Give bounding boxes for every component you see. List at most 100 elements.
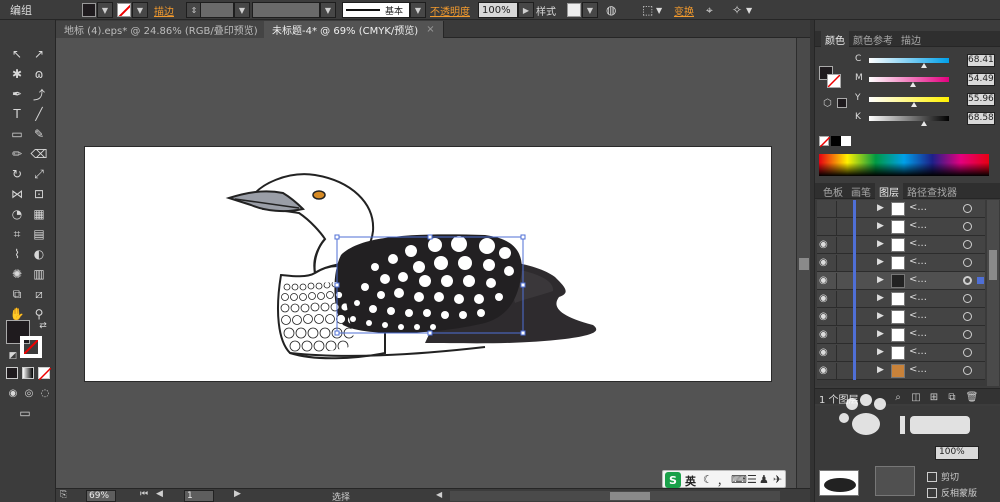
none-mode-icon[interactable] — [38, 367, 52, 381]
blend-tool-icon[interactable]: ◐ — [30, 246, 48, 262]
channel-value-field[interactable]: 55.96 — [967, 93, 995, 106]
layer-row[interactable]: ◉ ▶ <... — [817, 344, 985, 362]
out-of-gamut-icon[interactable]: ⬡ — [823, 98, 832, 109]
target-circle-icon[interactable] — [963, 276, 972, 285]
expand-arrow-icon[interactable]: ▶ — [877, 203, 884, 213]
target-circle-icon[interactable] — [963, 258, 972, 267]
visibility-eye-icon[interactable]: ◉ — [819, 311, 833, 323]
layer-name[interactable]: <... — [909, 202, 927, 213]
visibility-eye-icon[interactable]: ◉ — [819, 365, 833, 377]
mask-thumbnail[interactable] — [875, 466, 915, 496]
layer-name[interactable]: <... — [909, 310, 927, 321]
layer-row[interactable]: ▶ <... — [817, 218, 985, 236]
share-icon[interactable]: ⎘ — [60, 490, 74, 502]
visibility-eye-icon[interactable]: ◉ — [819, 293, 833, 305]
moon-icon[interactable]: ☾ — [703, 473, 713, 486]
expand-arrow-icon[interactable]: ▶ — [877, 239, 884, 249]
visibility-eye-icon[interactable]: ◉ — [819, 329, 833, 341]
tools-icon[interactable]: ✈ — [773, 473, 782, 486]
channel-track[interactable] — [869, 97, 949, 102]
target-circle-icon[interactable] — [963, 204, 972, 213]
isolate-icon[interactable]: ⌖ — [706, 2, 713, 18]
target-circle-icon[interactable] — [963, 240, 972, 249]
gradient-mode-icon[interactable] — [22, 367, 34, 379]
target-circle-icon[interactable] — [963, 222, 972, 231]
selection-indicator[interactable] — [977, 277, 984, 284]
opacity-link[interactable]: 不透明度 — [430, 2, 470, 18]
artboard-tool-icon[interactable]: ⧉ — [8, 286, 26, 302]
tab-pathfinder[interactable]: 路径查找器 — [903, 183, 961, 199]
channel-slider-thumb[interactable] — [909, 82, 916, 87]
eyedropper-tool-icon[interactable]: ⌇ — [8, 246, 26, 262]
channel-slider-thumb[interactable] — [910, 102, 917, 107]
stroke-swatch[interactable] — [117, 2, 131, 18]
scrollbar-thumb[interactable] — [989, 250, 997, 280]
visibility-eye-icon[interactable]: ◉ — [819, 257, 833, 269]
first-page-icon[interactable]: ⏮ — [140, 489, 148, 499]
lock-toggle[interactable] — [836, 201, 850, 217]
stroke-weight-dropdown[interactable]: ▼ — [234, 2, 250, 18]
expand-arrow-icon[interactable]: ▶ — [877, 257, 884, 267]
curvature-tool-icon[interactable]: ⤴ — [30, 86, 48, 102]
layer-name[interactable]: <... — [909, 292, 927, 303]
paintbrush-tool-icon[interactable]: ✎ — [30, 126, 48, 142]
lock-toggle[interactable] — [836, 219, 850, 235]
prev-page-icon[interactable]: ◀ — [156, 489, 163, 499]
tab-color[interactable]: 颜色 — [821, 31, 849, 47]
layer-name[interactable]: <... — [909, 328, 927, 339]
layer-row[interactable]: ◉ ▶ <... — [817, 236, 985, 254]
channel-slider-thumb[interactable] — [920, 63, 927, 68]
brush-profile-dropdown[interactable]: ▼ — [410, 2, 426, 18]
layer-row[interactable]: ◉ ▶ <... — [817, 362, 985, 380]
vertical-scrollbar[interactable] — [796, 38, 810, 488]
mesh-tool-icon[interactable]: ⌗ — [8, 226, 26, 242]
slider-row-k[interactable]: K 68.58 — [855, 112, 1000, 126]
scrollbar-thumb[interactable] — [610, 492, 650, 500]
channel-track[interactable] — [869, 58, 949, 63]
lock-toggle[interactable] — [836, 327, 850, 343]
opacity-field[interactable]: 100% — [478, 2, 518, 18]
page-field[interactable]: 1 — [184, 490, 214, 502]
expand-arrow-icon[interactable]: ▶ — [877, 311, 884, 321]
lock-toggle[interactable] — [836, 255, 850, 271]
fill-swatch[interactable] — [82, 2, 96, 18]
stroke-dropdown[interactable]: ▼ — [132, 2, 148, 18]
swap-colors-icon[interactable]: ⇄ — [34, 318, 52, 334]
expand-arrow-icon[interactable]: ▶ — [877, 221, 884, 231]
channel-value-field[interactable]: 68.41 — [967, 54, 995, 67]
loon-illustration[interactable] — [85, 147, 773, 383]
lock-toggle[interactable] — [836, 273, 850, 289]
color-spectrum[interactable] — [819, 154, 989, 176]
style-swatch[interactable] — [567, 2, 581, 18]
align-icon[interactable]: ⬚ — [642, 2, 653, 18]
magic-wand-tool-icon[interactable]: ✱ — [8, 66, 26, 82]
layer-name[interactable]: <... — [909, 238, 927, 249]
layer-name[interactable]: <... — [909, 256, 927, 267]
perspective-grid-tool-icon[interactable]: ▦ — [30, 206, 48, 222]
layer-name[interactable]: <... — [909, 220, 927, 231]
effects-icon[interactable]: ✧ — [732, 2, 742, 18]
variable-width-field[interactable] — [252, 2, 320, 18]
layer-name[interactable]: <... — [909, 364, 927, 375]
clip-checkbox[interactable] — [927, 472, 937, 482]
expand-arrow-icon[interactable]: ▶ — [877, 365, 884, 375]
channel-slider-thumb[interactable] — [920, 121, 927, 126]
invert-mask-checkbox[interactable] — [927, 488, 937, 498]
layer-name[interactable]: <... — [909, 274, 927, 285]
tab-brushes[interactable]: 画笔 — [847, 183, 875, 199]
target-circle-icon[interactable] — [963, 294, 972, 303]
layer-row[interactable]: ▶ <... — [817, 200, 985, 218]
column-graph-tool-icon[interactable]: ▥ — [30, 266, 48, 282]
scale-tool-icon[interactable]: ⤢ — [30, 166, 48, 182]
direct-selection-tool-icon[interactable]: ↗ — [30, 46, 48, 62]
zoom-field[interactable]: 69% — [86, 490, 116, 502]
rectangle-tool-icon[interactable]: ▭ — [8, 126, 26, 142]
expand-arrow-icon[interactable]: ▶ — [877, 275, 884, 285]
layer-row[interactable]: ◉ ▶ <... — [817, 308, 985, 326]
color-panel-stroke-box[interactable] — [827, 74, 841, 88]
slider-row-m[interactable]: M 54.49 — [855, 73, 1000, 87]
brush-profile-field[interactable]: 基本 — [342, 2, 410, 18]
lock-toggle[interactable] — [836, 309, 850, 325]
tab-document-1[interactable]: 地标 (4).eps* @ 24.86% (RGB/叠印预览) × — [56, 21, 284, 38]
tab-color-guide[interactable]: 颜色参考 — [849, 31, 897, 47]
